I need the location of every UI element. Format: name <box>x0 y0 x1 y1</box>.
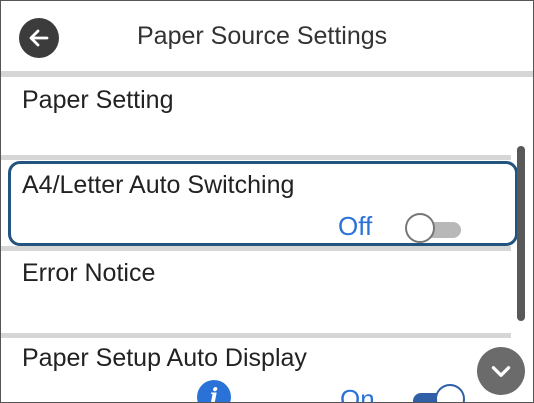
menu-item-label: Paper Setup Auto Display <box>22 344 307 372</box>
header-bar: Paper Source Settings <box>1 1 533 71</box>
selection-highlight <box>8 161 518 246</box>
toggle-knob <box>435 384 465 402</box>
auto-display-toggle[interactable] <box>407 384 465 402</box>
chevron-down-icon <box>491 366 511 377</box>
scroll-down-button[interactable] <box>477 347 525 395</box>
row-divider <box>1 155 511 160</box>
back-button[interactable] <box>19 18 59 58</box>
menu-item-paper-setup-auto-display[interactable]: Paper Setup Auto Display On <box>1 338 511 403</box>
menu-item-label: Paper Setting <box>22 86 174 114</box>
menu-item-label: Error Notice <box>22 259 156 287</box>
printer-screen: Paper Source Settings Paper Setting A4/L… <box>0 0 534 403</box>
scrollbar[interactable] <box>517 146 525 321</box>
menu-item-error-notice[interactable]: Error Notice <box>1 251 511 333</box>
page-title: Paper Source Settings <box>137 22 388 50</box>
menu-item-paper-setting[interactable]: Paper Setting <box>1 77 511 155</box>
arrow-left-icon <box>29 29 49 47</box>
scroll-thumb[interactable] <box>517 146 525 321</box>
toggle-status-on: On <box>340 384 375 403</box>
